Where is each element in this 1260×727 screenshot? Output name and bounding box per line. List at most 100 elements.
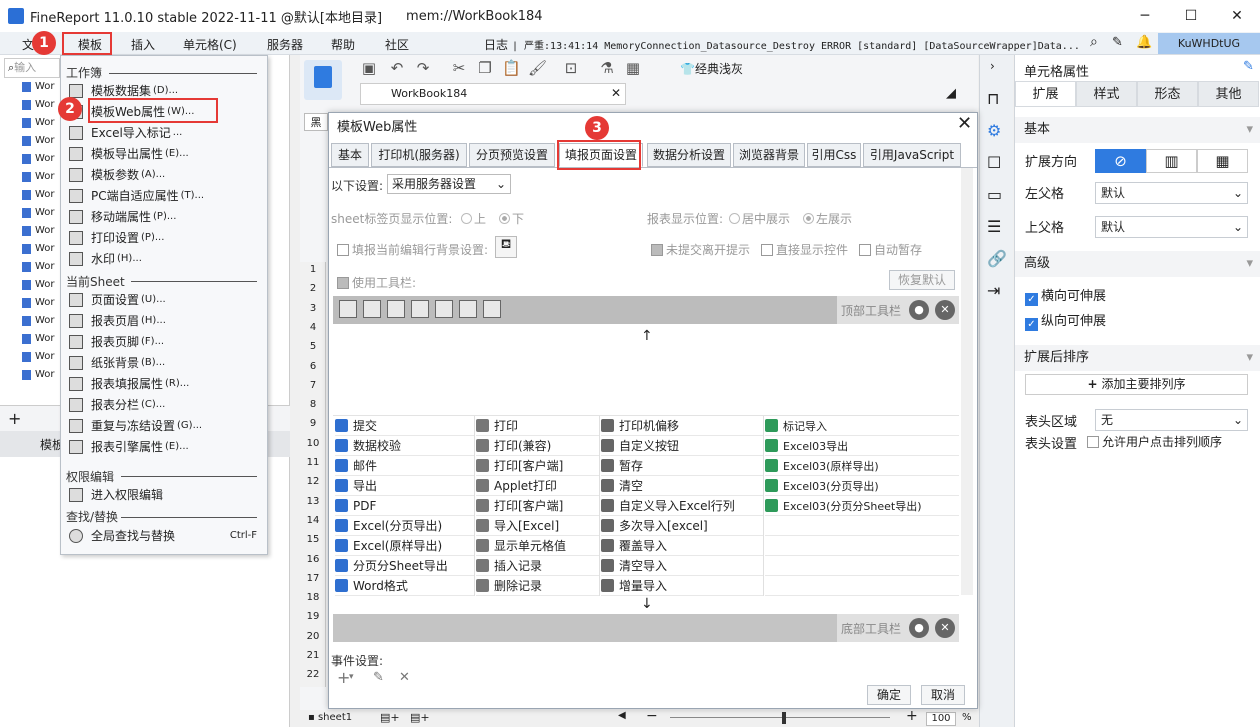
zoom-input[interactable]: 100 bbox=[926, 712, 956, 726]
log-label[interactable]: 日志 bbox=[484, 36, 508, 53]
tab-form[interactable]: 形态 bbox=[1137, 81, 1198, 107]
toolbar-grid-item[interactable]: 标记导入 bbox=[765, 416, 959, 436]
radio-top[interactable]: 上 bbox=[461, 210, 486, 227]
preview-icon[interactable]: ⊡ bbox=[562, 59, 580, 77]
float-element-icon[interactable]: ☐ bbox=[987, 153, 1001, 172]
toolbar-grid-item[interactable]: Excel03(原样导出) bbox=[765, 456, 959, 476]
toolbar-grid-item[interactable]: 显示单元格值 bbox=[476, 536, 599, 556]
autosave-checkbox[interactable]: 自动暂存 bbox=[859, 241, 922, 258]
tab-expand[interactable]: 扩展 bbox=[1015, 81, 1076, 107]
menu-item-find-replace[interactable]: 全局查找与替换 Ctrl-F bbox=[65, 525, 263, 546]
row-number[interactable]: 15 bbox=[300, 534, 326, 545]
format-brush-icon[interactable]: 🖌 bbox=[528, 59, 547, 77]
zoom-slider[interactable] bbox=[670, 717, 890, 718]
toolbar-grid-item[interactable] bbox=[765, 536, 959, 556]
maximize-button[interactable]: ☐ bbox=[1168, 0, 1214, 32]
tree-item[interactable]: Wor bbox=[22, 243, 55, 254]
row-number[interactable]: 13 bbox=[300, 496, 326, 507]
row-number[interactable]: 5 bbox=[300, 341, 326, 352]
tree-item[interactable]: Wor bbox=[22, 279, 55, 290]
doc-tab-workbook[interactable]: WorkBook184 ✕ bbox=[360, 83, 626, 105]
tree-item[interactable]: Wor bbox=[22, 117, 55, 128]
add-sheet-icon[interactable]: ▤+ bbox=[380, 711, 400, 724]
toolbar-grid-item[interactable]: Excel03(分页分Sheet导出) bbox=[765, 496, 959, 516]
toolbar-grid-item[interactable]: 提交 bbox=[335, 416, 474, 436]
ok-button[interactable]: 确定 bbox=[867, 685, 911, 705]
toolbar-grid-item[interactable]: 打印 bbox=[476, 416, 599, 436]
tree-item[interactable]: Wor bbox=[22, 81, 55, 92]
condition-attr-icon[interactable]: ☰ bbox=[987, 217, 1001, 236]
down-arrow-icon[interactable]: ↓ bbox=[641, 596, 653, 612]
no-expand-icon[interactable]: ⊘ bbox=[1095, 149, 1146, 173]
toolbar-grid-item[interactable]: 导出 bbox=[335, 476, 474, 496]
tree-item[interactable]: Wor bbox=[22, 369, 55, 380]
toolbar-grid-item[interactable]: 清空 bbox=[601, 476, 763, 496]
tree-item[interactable]: Wor bbox=[22, 135, 55, 146]
toolbar-grid-item[interactable] bbox=[765, 516, 959, 536]
toolbar-style-button[interactable]: 👕经典浅灰 bbox=[680, 60, 743, 77]
toolbar-grid-item[interactable]: 数据校验 bbox=[335, 436, 474, 456]
tree-item[interactable]: Wor bbox=[22, 351, 55, 362]
left-parent-select[interactable]: 默认 ⌄ bbox=[1095, 182, 1248, 204]
tree-item[interactable]: Wor bbox=[22, 315, 55, 326]
tab-css[interactable]: 引用Css bbox=[807, 143, 861, 167]
tree-search-field[interactable]: ⌕输入 bbox=[4, 58, 60, 78]
tab-javascript[interactable]: 引用JavaScript bbox=[863, 143, 961, 167]
tree-item[interactable]: Wor bbox=[22, 333, 55, 344]
edit-icon[interactable]: ✎ bbox=[1112, 35, 1123, 50]
row-number[interactable]: 18 bbox=[300, 592, 326, 603]
toolbar-grid-item[interactable]: 自定义导入Excel行列 bbox=[601, 496, 763, 516]
tree-item[interactable]: Wor bbox=[22, 297, 55, 308]
row-number[interactable]: 12 bbox=[300, 476, 326, 487]
tab-style[interactable]: 样式 bbox=[1076, 81, 1137, 107]
wb-6[interactable]: 移动端属性 (P)... bbox=[65, 206, 263, 227]
sh-2[interactable]: 报表页脚 (F)... bbox=[65, 331, 263, 352]
toolbar-grid-item[interactable]: 打印机偏移 bbox=[601, 416, 763, 436]
restore-default-button[interactable]: 恢复默认 bbox=[889, 270, 955, 290]
sh-4[interactable]: 报表填报属性 (R)... bbox=[65, 373, 263, 394]
unsubmit-checkbox[interactable]: 未提交离开提示 bbox=[651, 241, 750, 258]
tab-data-analysis[interactable]: 数据分析设置 bbox=[647, 143, 731, 167]
top-toolbar-settings-icon[interactable]: ● bbox=[909, 300, 929, 320]
row-number[interactable]: 22 bbox=[300, 669, 326, 680]
toolbar-grid-item[interactable]: 插入记录 bbox=[476, 556, 599, 576]
close-button[interactable]: ✕ bbox=[1214, 0, 1260, 32]
wb-4[interactable]: 模板参数 (A)... bbox=[65, 164, 263, 185]
dialog-scrollbar[interactable] bbox=[961, 168, 973, 595]
v-expand-checkbox[interactable]: ✓ 纵向可伸展 bbox=[1025, 310, 1106, 331]
toolbar-grid-item[interactable]: 打印[客户端] bbox=[476, 496, 599, 516]
tree-item[interactable]: Wor bbox=[22, 153, 55, 164]
up-parent-select[interactable]: 默认 ⌄ bbox=[1095, 216, 1248, 238]
cancel-button[interactable]: 取消 bbox=[921, 685, 965, 705]
sh-3[interactable]: 纸张背景 (B)... bbox=[65, 352, 263, 373]
add-sheet2-icon[interactable]: ▤+ bbox=[410, 711, 430, 724]
header-area-select[interactable]: 无 ⌄ bbox=[1095, 409, 1248, 431]
menu-item-enter-permission[interactable]: 进入权限编辑 bbox=[65, 484, 263, 505]
toolbar-grid-item[interactable]: 自定义按钮 bbox=[601, 436, 763, 456]
toolbar-grid-item[interactable]: Excel(原样导出) bbox=[335, 536, 474, 556]
minimize-button[interactable]: ─ bbox=[1122, 0, 1168, 32]
toolbar-grid-item[interactable]: 导入[Excel] bbox=[476, 516, 599, 536]
bottom-toolbar-remove-icon[interactable]: ✕ bbox=[935, 618, 955, 638]
doc-tab-close-icon[interactable]: ✕ bbox=[611, 86, 621, 100]
row-number[interactable]: 14 bbox=[300, 515, 326, 526]
tree-item[interactable]: Wor bbox=[22, 261, 55, 272]
row-number[interactable]: 7 bbox=[300, 380, 326, 391]
sh-0[interactable]: 页面设置 (U)... bbox=[65, 289, 263, 310]
row-number[interactable]: 10 bbox=[300, 438, 326, 449]
section-advanced[interactable]: 高级 ▾ bbox=[1015, 251, 1260, 277]
section-sort[interactable]: 扩展后排序 ▾ bbox=[1015, 345, 1260, 371]
sheet-tab[interactable]: ▪ sheet1 bbox=[308, 712, 352, 723]
toolbar-grid-item[interactable]: 删除记录 bbox=[476, 576, 599, 596]
collapse-arrow-icon[interactable]: › bbox=[990, 59, 995, 73]
wb-3[interactable]: 模板导出属性 (E)... bbox=[65, 143, 263, 164]
wb-8[interactable]: 水印 (H)... bbox=[65, 248, 263, 269]
up-arrow-icon[interactable]: ↑ bbox=[641, 328, 653, 344]
sh-7[interactable]: 报表引擎属性 (E)... bbox=[65, 436, 263, 457]
row-number[interactable]: 4 bbox=[300, 322, 326, 333]
menu-server[interactable]: 服务器 bbox=[267, 36, 303, 53]
paste-icon[interactable]: 📋 bbox=[502, 59, 521, 77]
toolbar-grid-item[interactable]: 分页分Sheet导出 bbox=[335, 556, 474, 576]
row-number[interactable]: 1 bbox=[300, 264, 326, 275]
edit-event-icon[interactable]: ✎ bbox=[373, 670, 384, 685]
